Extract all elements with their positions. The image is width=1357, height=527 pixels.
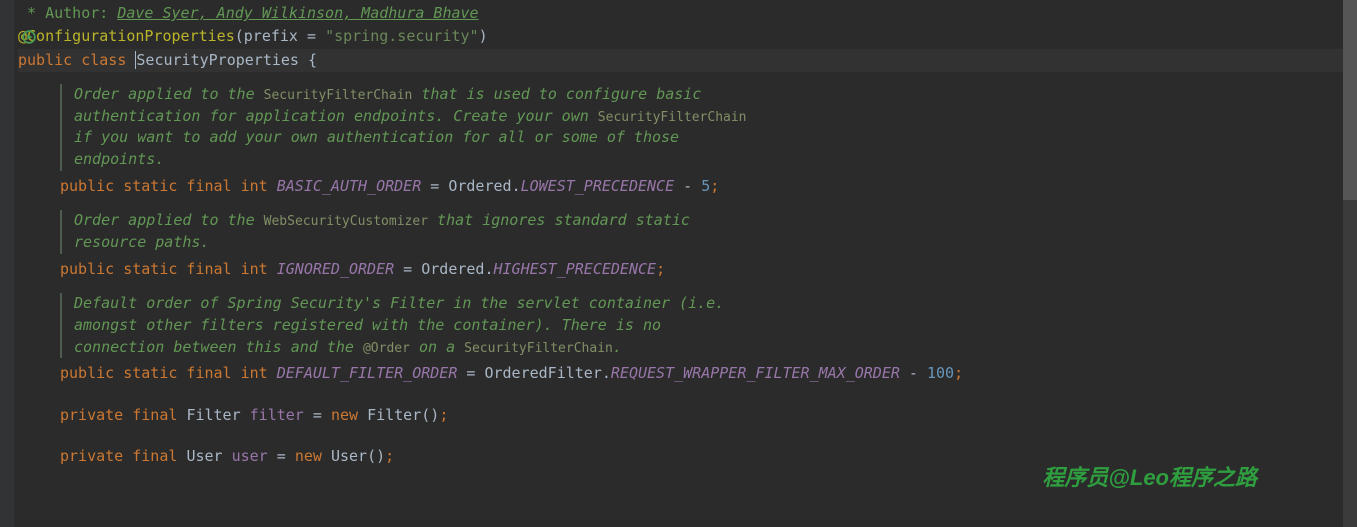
- run-gutter-icon[interactable]: [22, 28, 36, 42]
- vertical-scrollbar[interactable]: [1343, 0, 1357, 527]
- const-basic-auth-order: public static final int BASIC_AUTH_ORDER…: [18, 175, 1357, 198]
- const-ignored-order: public static final int IGNORED_ORDER = …: [18, 258, 1357, 281]
- annotation-line: @ConfigurationProperties(prefix = "sprin…: [18, 25, 1357, 48]
- javadoc-default-filter-order: Default order of Spring Security's Filte…: [60, 293, 1357, 358]
- editor-gutter: [0, 0, 14, 527]
- javadoc-author-line: * Author: Dave Syer, Andy Wilkinson, Mad…: [18, 2, 1357, 25]
- const-default-filter-order: public static final int DEFAULT_FILTER_O…: [18, 362, 1357, 385]
- scrollbar-thumb[interactable]: [1343, 0, 1357, 200]
- field-filter: private final Filter filter = new Filter…: [18, 404, 1357, 427]
- javadoc-ignored-order: Order applied to the WebSecurityCustomiz…: [60, 210, 1357, 254]
- watermark-text: 程序员@Leo程序之路: [1042, 461, 1257, 495]
- code-editor[interactable]: * Author: Dave Syer, Andy Wilkinson, Mad…: [0, 0, 1357, 468]
- javadoc-basic-auth: Order applied to the SecurityFilterChain…: [60, 84, 1357, 171]
- class-declaration-line: public class SecurityProperties {: [18, 49, 1357, 72]
